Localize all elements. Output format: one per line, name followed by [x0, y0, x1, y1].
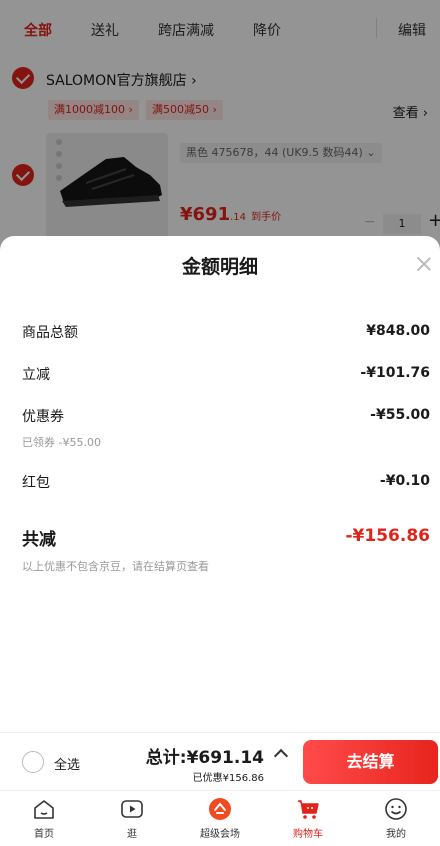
home-icon — [34, 800, 54, 819]
chevron-up-icon[interactable] — [273, 748, 289, 764]
saved-amount[interactable]: 已优惠¥156.86 — [193, 769, 264, 784]
row-label-instant-discount: 立减 — [22, 367, 50, 383]
cart-icon — [298, 800, 319, 819]
row-label-subtotal: 商品总额 — [22, 325, 78, 341]
nav-cart[interactable]: 购物车 — [264, 791, 352, 846]
select-all-radio[interactable] — [22, 751, 44, 773]
nav-home[interactable]: 首页 — [0, 791, 88, 846]
checkout-button[interactable]: 去结算 — [303, 740, 438, 784]
bottom-nav: 首页 逛 超级会场 购物车 我的 — [0, 790, 440, 846]
row-value-instant-discount: -¥101.76 — [360, 365, 430, 381]
row-value-coupon: -¥55.00 — [370, 407, 430, 423]
nav-browse-label: 逛 — [127, 829, 137, 840]
row-label-red-packet: 红包 — [22, 475, 50, 491]
total-discount-value: -¥156.86 — [345, 526, 431, 546]
nav-profile-label: 我的 — [386, 829, 406, 840]
settlement-bar: 全选 总计:¥691.14 已优惠¥156.86 去结算 — [0, 732, 440, 790]
coupon-note: 已领券 -¥55.00 — [22, 436, 101, 449]
total-discount-label: 共减 — [22, 530, 56, 550]
sheet-title: 金额明细 — [181, 256, 258, 278]
super-venue-icon — [209, 798, 231, 820]
nav-super-venue-label: 超级会场 — [200, 829, 240, 840]
nav-profile[interactable]: 我的 — [352, 791, 440, 846]
select-all-label[interactable]: 全选 — [54, 754, 80, 773]
video-play-icon — [121, 800, 143, 818]
discount-footnote: 以上优惠不包含京豆，请在结算页查看 — [22, 560, 209, 573]
total-amount[interactable]: 总计:¥691.14 — [146, 743, 264, 768]
amount-detail-sheet: 金额明细 商品总额 ¥848.00 立减 -¥101.76 优惠券 -¥55.0… — [0, 236, 440, 736]
nav-browse[interactable]: 逛 — [88, 791, 176, 846]
nav-super-venue[interactable]: 超级会场 — [176, 791, 264, 846]
row-label-coupon: 优惠券 — [22, 409, 64, 425]
smile-profile-icon — [385, 798, 407, 820]
row-value-subtotal: ¥848.00 — [366, 323, 430, 339]
nav-cart-label: 购物车 — [293, 829, 323, 840]
row-value-red-packet: -¥0.10 — [379, 473, 430, 489]
close-icon[interactable] — [414, 254, 434, 274]
nav-home-label: 首页 — [34, 829, 54, 840]
